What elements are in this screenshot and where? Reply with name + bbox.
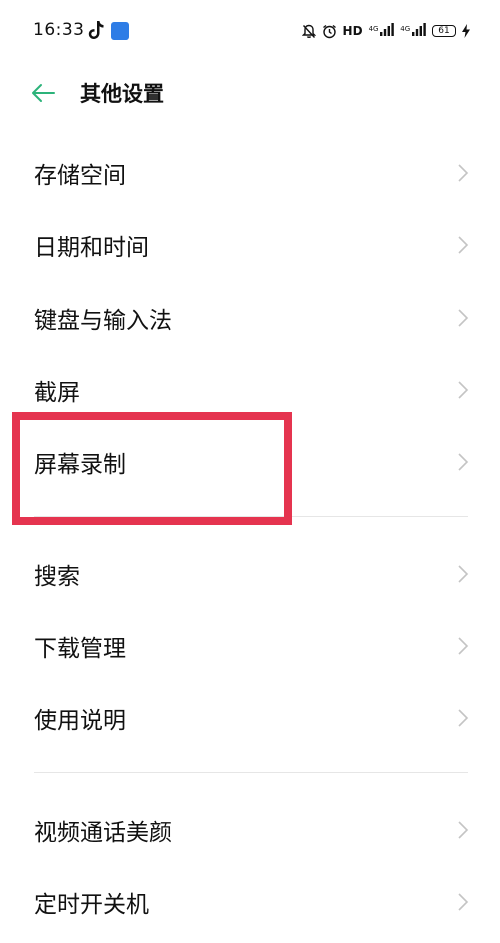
- chevron-right-icon: [458, 381, 469, 399]
- network-type-label-1: 4G: [368, 25, 379, 33]
- settings-item-label: 搜索: [34, 564, 80, 590]
- hd-voice-label: HD: [342, 24, 363, 38]
- settings-item-video-call-beauty[interactable]: 视频通话美颜: [0, 794, 500, 866]
- back-arrow-icon[interactable]: [30, 80, 56, 106]
- status-bar: 16:33 HD 4G 4G 61: [0, 0, 500, 62]
- settings-item-user-guide[interactable]: 使用说明: [0, 682, 500, 754]
- settings-item-storage[interactable]: 存储空间: [0, 137, 500, 209]
- settings-item-label: 存储空间: [34, 163, 126, 189]
- settings-item-label: 日期和时间: [34, 235, 149, 261]
- app-notification-icon: [111, 22, 129, 40]
- chevron-right-icon: [458, 164, 469, 182]
- settings-item-label: 定时开关机: [34, 892, 149, 918]
- signal-icon-1: [380, 23, 395, 36]
- charging-bolt-icon: [462, 24, 470, 38]
- settings-item-search[interactable]: 搜索: [0, 538, 500, 610]
- alarm-icon: [322, 24, 336, 38]
- page-header: 其他设置: [0, 62, 500, 126]
- mute-bell-icon: [301, 24, 316, 38]
- chevron-right-icon: [458, 453, 469, 471]
- status-time: 16:33: [33, 20, 85, 40]
- settings-item-download-manager[interactable]: 下载管理: [0, 610, 500, 682]
- settings-item-scheduled-power[interactable]: 定时开关机: [0, 866, 500, 938]
- settings-item-label: 使用说明: [34, 708, 126, 734]
- battery-icon: 61: [432, 25, 456, 37]
- settings-item-label: 键盘与输入法: [34, 308, 172, 334]
- chevron-right-icon: [458, 821, 469, 839]
- chevron-right-icon: [458, 565, 469, 583]
- chevron-right-icon: [458, 236, 469, 254]
- chevron-right-icon: [458, 709, 469, 727]
- chevron-right-icon: [458, 309, 469, 327]
- section-divider: [34, 772, 468, 773]
- chevron-right-icon: [458, 893, 469, 911]
- settings-item-label: 视频通话美颜: [34, 820, 172, 846]
- settings-item-keyboard-input[interactable]: 键盘与输入法: [0, 282, 500, 354]
- tiktok-icon: [88, 21, 104, 39]
- network-type-label-2: 4G: [400, 25, 411, 33]
- settings-item-label: 下载管理: [34, 636, 126, 662]
- status-indicators: HD 4G 4G 61: [301, 20, 470, 42]
- settings-item-date-time[interactable]: 日期和时间: [0, 209, 500, 281]
- chevron-right-icon: [458, 637, 469, 655]
- settings-item-label: 截屏: [34, 380, 80, 406]
- highlight-annotation-box: [12, 412, 292, 525]
- page-title: 其他设置: [80, 82, 164, 106]
- signal-icon-2: [412, 23, 426, 36]
